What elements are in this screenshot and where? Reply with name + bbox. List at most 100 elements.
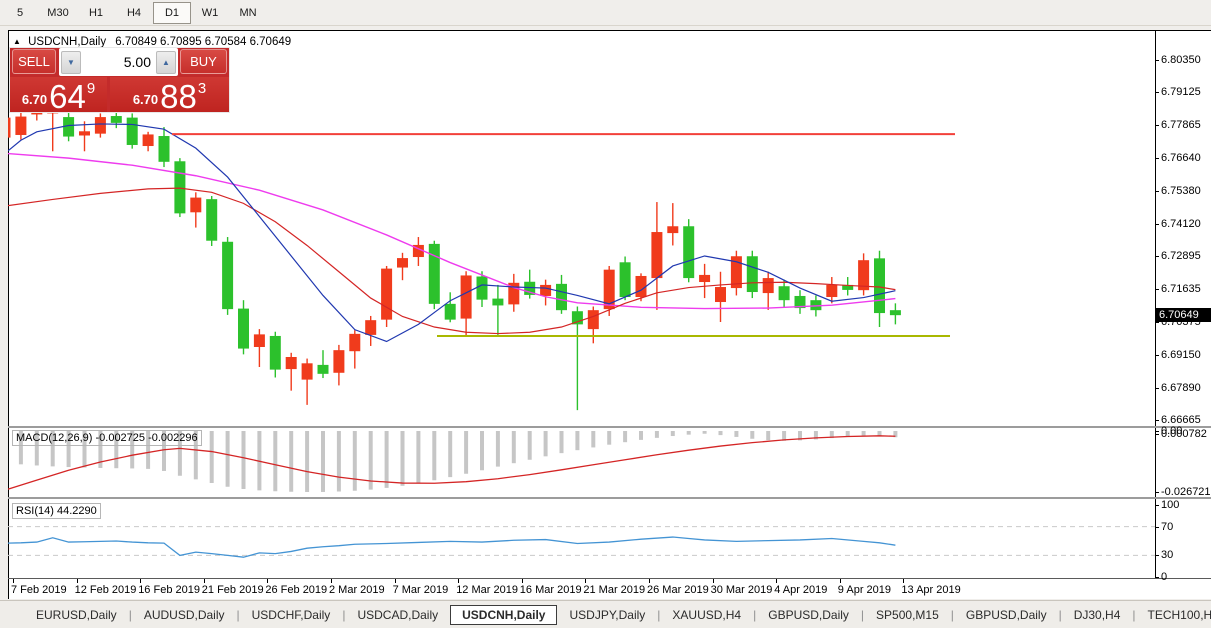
chart-tab-sp500-8[interactable]: SP500,M15 [864, 605, 951, 625]
candle-body-down [158, 136, 170, 162]
volume-input[interactable] [81, 51, 156, 73]
one-click-trading-widget: SELL ▼ ▲ BUY 6.70 64 9 6.70 88 3 [9, 47, 230, 113]
sell-button[interactable]: SELL [12, 49, 56, 74]
date-axis-label: 12 Feb 2019 [74, 584, 137, 596]
macd-axis-label: 0.000782 [1161, 428, 1207, 440]
candle-body-down [238, 308, 249, 349]
rsi-axis-label: 0 [1161, 571, 1168, 583]
date-tick [585, 579, 587, 583]
price-axis-label: 6.72895 [1161, 250, 1201, 262]
sell-price-big-digits: 64 [49, 78, 86, 115]
rsi-pane-canvas[interactable] [8, 499, 1155, 578]
axis-tick [1155, 322, 1159, 323]
date-tick [839, 579, 841, 583]
rsi-name: RSI(14) [16, 505, 54, 517]
candle-body-up [94, 117, 106, 134]
candle-body-up [715, 287, 726, 303]
axis-tick [1155, 158, 1159, 159]
rsi-axis-label: 70 [1161, 521, 1174, 533]
chart-tab-usdjpy-5[interactable]: USDJPY,Daily [557, 605, 657, 625]
candle-body-up [397, 258, 408, 268]
buy-price-big-digits: 88 [160, 78, 197, 115]
candle-body-up [540, 284, 552, 296]
chart-tab-tech100-11[interactable]: TECH100,H1 [1136, 605, 1211, 625]
date-axis-divider [8, 578, 1211, 579]
price-axis-label: 6.77865 [1161, 119, 1201, 131]
timeframe-button-5[interactable]: 5 [1, 2, 39, 24]
volume-increase-button[interactable]: ▲ [156, 50, 176, 74]
chart-tab-xauusd-6[interactable]: XAUUSD,H4 [660, 605, 753, 625]
candle-body-down [269, 335, 281, 370]
date-tick [394, 579, 396, 583]
chart-tab-bar: EURUSD,Daily | AUDUSD,Daily | USDCHF,Daily | U… [0, 600, 1211, 628]
date-tick [13, 579, 14, 583]
macd-axis-label: -0.026721 [1161, 486, 1211, 498]
candle-body-down [444, 303, 456, 320]
buy-price-box[interactable]: 6.70 88 3 [110, 77, 229, 115]
candle-body-down [110, 116, 122, 123]
chart-tab-gbpusd-7[interactable]: GBPUSD,Daily [756, 605, 861, 625]
chart-tab-gbpusd-9[interactable]: GBPUSD,Daily [954, 605, 1059, 625]
date-tick [776, 579, 778, 583]
timeframe-button-mn[interactable]: MN [229, 2, 267, 24]
axis-tick [1155, 92, 1159, 93]
date-tick [76, 579, 78, 583]
date-axis-label: 7 Feb 2019 [11, 584, 67, 596]
date-axis-label: 16 Feb 2019 [138, 584, 200, 596]
date-tick [203, 579, 205, 583]
chart-tab-dj30-10[interactable]: DJ30,H4 [1062, 605, 1133, 625]
volume-decrease-button[interactable]: ▼ [61, 50, 81, 74]
timeframe-button-d1[interactable]: D1 [153, 1, 191, 24]
price-axis-label: 6.71635 [1161, 283, 1201, 295]
axis-tick [1155, 388, 1159, 389]
candle-body-up [762, 278, 774, 294]
axis-tick [1155, 256, 1159, 257]
sell-price-pip-digit: 9 [86, 80, 96, 97]
candle-body-down [889, 310, 901, 316]
date-axis-label: 9 Apr 2019 [837, 584, 892, 596]
axis-tick [1155, 191, 1159, 192]
axis-tick [1155, 60, 1159, 61]
sell-price-box[interactable]: 6.70 64 9 [10, 77, 107, 115]
candle-body-up [460, 275, 472, 319]
candlestick-series [8, 102, 901, 411]
candle-body-down [778, 286, 790, 301]
buy-button[interactable]: BUY [180, 49, 227, 74]
rsi-indicator-label: RSI(14) 44.2290 [12, 503, 101, 519]
price-axis-label: 6.67890 [1161, 382, 1201, 394]
date-tick [331, 579, 332, 583]
candle-body-up [142, 134, 154, 147]
date-axis-label: 21 Mar 2019 [583, 584, 646, 596]
candle-body-down [476, 276, 488, 300]
chart-tab-eurusd-0[interactable]: EURUSD,Daily [24, 605, 129, 625]
candle-body-up [381, 268, 393, 320]
timeframe-button-w1[interactable]: W1 [191, 2, 229, 24]
chart-tab-usdchf-2[interactable]: USDCHF,Daily [240, 605, 343, 625]
candle-body-down [126, 117, 138, 145]
candle-body-up [333, 350, 345, 373]
macd-values: -0.002725 -0.002296 [95, 432, 198, 444]
timeframe-toolbar: 5 M30 H1 H4 D1 W1 MN [0, 0, 1211, 26]
ma-slow-line [8, 152, 896, 310]
price-axis-divider [1155, 30, 1156, 578]
candle-body-up [190, 197, 202, 213]
candle-body-up [667, 226, 679, 234]
candle-body-down [619, 262, 631, 298]
chart-tab-usdcnh-4[interactable]: USDCNH,Daily [450, 604, 558, 625]
date-tick [649, 579, 650, 583]
candle-body-up [253, 334, 265, 348]
timeframe-button-h4[interactable]: H4 [115, 2, 153, 24]
buy-price-prefix: 6.70 [132, 92, 159, 107]
price-axis-label: 6.76640 [1161, 152, 1201, 164]
rsi-line [8, 536, 896, 558]
collapse-triangle-icon[interactable]: ▲ [13, 37, 21, 46]
candle-body-down [317, 364, 329, 374]
date-axis-label: 16 Mar 2019 [519, 584, 582, 596]
timeframe-button-h1[interactable]: H1 [77, 2, 115, 24]
candle-body-up [79, 131, 90, 136]
candle-body-down [556, 283, 567, 311]
candle-body-down [222, 241, 234, 310]
timeframe-button-m30[interactable]: M30 [39, 2, 77, 24]
chart-tab-usdcad-3[interactable]: USDCAD,Daily [345, 605, 450, 625]
chart-tab-audusd-1[interactable]: AUDUSD,Daily [132, 605, 237, 625]
